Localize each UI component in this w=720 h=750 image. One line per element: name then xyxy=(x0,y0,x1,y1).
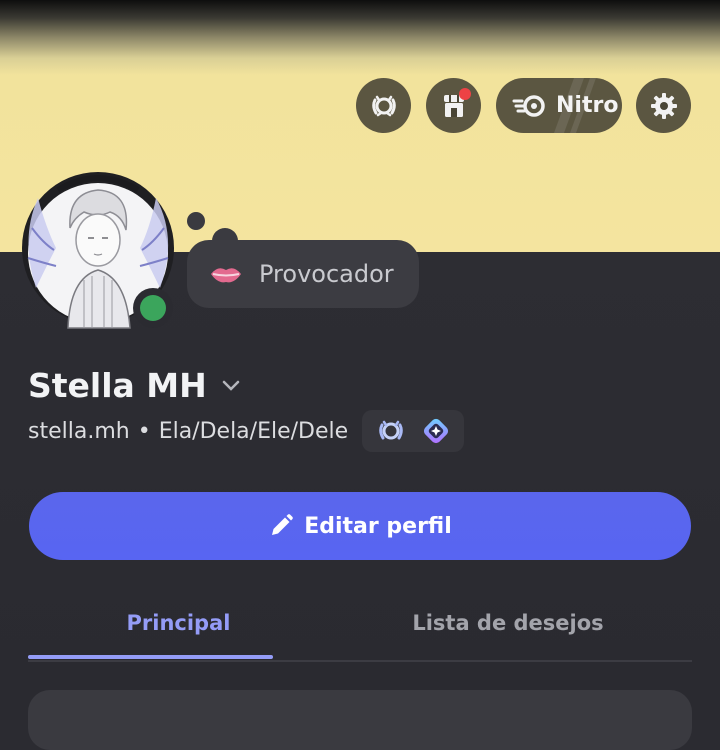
tab-wishlist[interactable]: Lista de desejos xyxy=(408,590,608,656)
quest-badge-icon[interactable] xyxy=(422,417,450,445)
profile-tabs: Principal Lista de desejos xyxy=(28,590,692,662)
nitro-button[interactable]: Nitro xyxy=(496,78,622,133)
username-row: stella.mh • Ela/Dela/Ele/Dele xyxy=(28,410,465,452)
thought-bubble-small xyxy=(187,212,205,230)
nitro-icon xyxy=(512,94,545,117)
custom-status[interactable]: Provocador xyxy=(187,240,419,308)
notification-dot xyxy=(459,88,471,100)
username: stella.mh xyxy=(28,418,130,444)
edit-profile-label: Editar perfil xyxy=(304,513,452,539)
active-tab-indicator xyxy=(28,655,273,659)
content-card xyxy=(28,690,692,750)
settings-button[interactable] xyxy=(636,78,691,133)
gear-icon xyxy=(650,92,677,119)
laurel-badge-icon[interactable] xyxy=(376,416,406,446)
chevron-down-icon[interactable] xyxy=(221,375,241,395)
laurel-icon xyxy=(371,95,396,116)
laurel-badge-button[interactable] xyxy=(356,78,411,133)
display-name-row[interactable]: Stella MH xyxy=(28,360,241,410)
pronouns: Ela/Dela/Ele/Dele xyxy=(158,418,349,444)
separator-dot: • xyxy=(137,418,151,444)
edit-profile-button[interactable]: Editar perfil xyxy=(29,492,691,560)
display-name: Stella MH xyxy=(28,365,207,405)
status-text: Provocador xyxy=(259,260,394,288)
badge-list[interactable] xyxy=(362,410,465,452)
tab-principal[interactable]: Principal xyxy=(56,590,301,656)
online-status-icon xyxy=(140,295,166,321)
shop-button[interactable] xyxy=(426,78,481,133)
lips-emoji-icon xyxy=(211,268,241,283)
nitro-label: Nitro xyxy=(556,93,619,118)
pencil-icon xyxy=(272,514,294,535)
